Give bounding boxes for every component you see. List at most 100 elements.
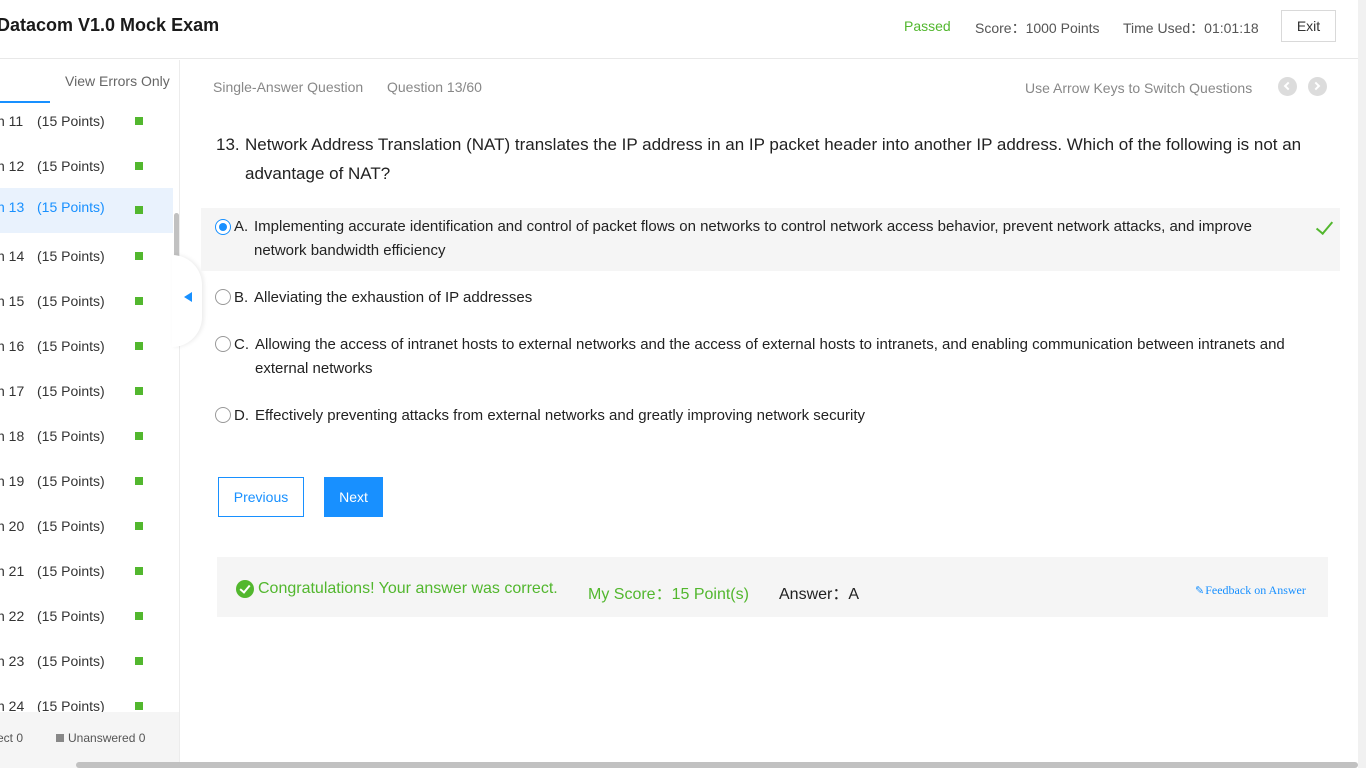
question-number: n 21	[0, 563, 25, 579]
question-points: (15 Points)	[37, 698, 105, 713]
previous-button[interactable]: Previous	[218, 477, 304, 517]
radio-button[interactable]	[215, 407, 231, 423]
option-letter: B.	[234, 289, 249, 306]
question-points: (15 Points)	[37, 248, 105, 264]
my-score: My Score：15 Point(s)	[588, 586, 749, 603]
question-list-item[interactable]: n 23 (15 Points)	[0, 645, 173, 690]
question-list-item[interactable]: n 16 (15 Points)	[0, 330, 173, 375]
answered-mark-icon	[135, 162, 143, 170]
question-text-body: Network Address Translation (NAT) transl…	[245, 135, 1302, 183]
question-number: n 17	[0, 383, 25, 399]
question-points: (15 Points)	[37, 199, 105, 215]
legend-unanswered: Unanswered 0	[56, 731, 145, 745]
option-b[interactable]: B. Alleviating the exhaustion of IP addr…	[201, 279, 1340, 315]
next-button[interactable]: Next	[324, 477, 383, 517]
question-list-item[interactable]: n 21 (15 Points)	[0, 555, 173, 600]
question-list-item-active[interactable]: n 13 (15 Points)	[0, 188, 173, 233]
question-list-item[interactable]: n 20 (15 Points)	[0, 510, 173, 555]
question-points: (15 Points)	[37, 653, 105, 669]
question-text-number: 13.	[216, 135, 240, 154]
question-points: (15 Points)	[37, 473, 105, 489]
answered-mark-icon	[135, 117, 143, 125]
chevron-left-icon	[1283, 81, 1293, 91]
feedback-label: Feedback on Answer	[1205, 583, 1306, 597]
option-text: Implementing accurate identification and…	[254, 218, 1253, 259]
chevron-right-icon	[1311, 81, 1321, 91]
question-points: (15 Points)	[37, 518, 105, 534]
question-number: n 18	[0, 428, 25, 444]
question-points: (15 Points)	[37, 563, 105, 579]
question-points: (15 Points)	[37, 383, 105, 399]
check-circle-icon	[236, 580, 254, 598]
answered-mark-icon	[135, 252, 143, 260]
question-list-item[interactable]: n 14 (15 Points)	[0, 240, 173, 285]
legend-correct-count: ect 0	[0, 731, 24, 745]
legend-unanswered-count: Unanswered 0	[68, 731, 146, 745]
question-number: n 11	[0, 113, 24, 129]
answered-mark-icon	[135, 342, 143, 350]
radio-button[interactable]	[215, 289, 231, 305]
option-text: Allowing the access of intranet hosts to…	[255, 336, 1285, 377]
check-icon	[1315, 216, 1334, 236]
option-letter: C.	[234, 336, 249, 353]
question-list-item[interactable]: n 17 (15 Points)	[0, 375, 173, 420]
question-points: (15 Points)	[37, 293, 105, 309]
edit-icon: ✎	[1195, 585, 1205, 597]
question-list-item[interactable]: n 18 (15 Points)	[0, 420, 173, 465]
next-question-button[interactable]	[1308, 77, 1327, 96]
exit-button[interactable]: Exit	[1281, 10, 1336, 42]
question-points: (15 Points)	[37, 158, 105, 174]
question-number: n 16	[0, 338, 25, 354]
question-number: n 22	[0, 608, 25, 624]
previous-question-button[interactable]	[1278, 77, 1297, 96]
sidebar-legend: ect 0 Unanswered 0	[0, 712, 179, 768]
option-c[interactable]: C. Allowing the access of intranet hosts…	[201, 326, 1340, 386]
result-message: Congratulations! Your answer was correct…	[258, 580, 558, 597]
time-used: Time Used：01:01:18	[1123, 20, 1259, 36]
question-number: n 24	[0, 698, 25, 713]
question-number: n 13	[0, 199, 25, 215]
header-bar: Datacom V1.0 Mock Exam Passed Score：1000…	[0, 0, 1366, 59]
page-horizontal-scrollbar[interactable]	[76, 762, 1358, 768]
question-text: 13. Network Address Translation (NAT) tr…	[216, 130, 1326, 188]
question-list-item[interactable]: n 11 (15 Points)	[0, 105, 173, 150]
sidebar-tab-all[interactable]	[0, 60, 50, 103]
correct-answer: Answer：A	[779, 586, 860, 603]
option-d[interactable]: D. Effectively preventing attacks from e…	[201, 397, 1340, 433]
option-a[interactable]: A. Implementing accurate identification …	[201, 208, 1340, 271]
collapse-arrow-icon	[184, 292, 192, 302]
answered-mark-icon	[135, 206, 143, 214]
answered-mark-icon	[135, 567, 143, 575]
answered-mark-icon	[135, 657, 143, 665]
answered-mark-icon	[135, 477, 143, 485]
question-list-item[interactable]: n 19 (15 Points)	[0, 465, 173, 510]
keyboard-hint: Use Arrow Keys to Switch Questions	[1025, 80, 1253, 96]
question-points: (15 Points)	[37, 428, 105, 444]
result-panel: Congratulations! Your answer was correct…	[217, 557, 1328, 617]
question-list-item[interactable]: n 24 (15 Points)	[0, 690, 173, 713]
question-points: (15 Points)	[37, 113, 105, 129]
page-vertical-scrollbar[interactable]	[1358, 0, 1366, 768]
question-list-item[interactable]: n 15 (15 Points)	[0, 285, 173, 330]
sidebar-collapse-toggle[interactable]	[172, 255, 202, 347]
question-number: n 12	[0, 158, 25, 174]
option-letter: A.	[234, 218, 249, 235]
question-type: Single-Answer Question	[213, 79, 364, 95]
question-number: n 15	[0, 293, 25, 309]
answered-mark-icon	[135, 432, 143, 440]
answered-mark-icon	[135, 702, 143, 710]
option-letter: D.	[234, 407, 249, 424]
answered-mark-icon	[135, 387, 143, 395]
radio-button[interactable]	[215, 336, 231, 352]
view-errors-only-tab[interactable]: View Errors Only	[65, 73, 170, 89]
option-text: Alleviating the exhaustion of IP address…	[254, 289, 533, 306]
total-score: Score：1000 Points	[975, 20, 1100, 36]
question-list-item[interactable]: n 22 (15 Points)	[0, 600, 173, 645]
answered-mark-icon	[135, 522, 143, 530]
feedback-link[interactable]: ✎Feedback on Answer	[1195, 583, 1306, 598]
radio-button-selected[interactable]	[215, 219, 231, 235]
question-sidebar: View Errors Only n 11 (15 Points) n 12 (…	[0, 60, 180, 768]
question-number: n 14	[0, 248, 25, 264]
exam-title: Datacom V1.0 Mock Exam	[0, 15, 220, 35]
question-points: (15 Points)	[37, 338, 105, 354]
